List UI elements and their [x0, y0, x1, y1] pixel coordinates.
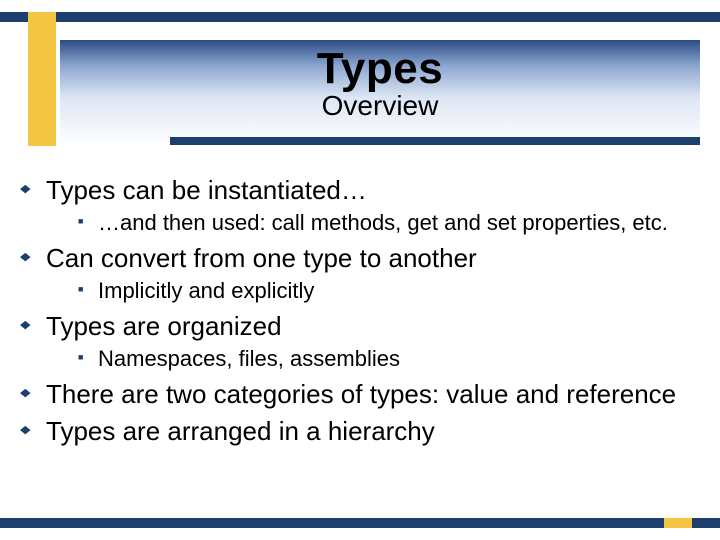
bullet-level1: Can convert from one type to another	[20, 242, 700, 275]
content-area: Types can be instantiated… …and then use…	[20, 170, 700, 449]
slide-title: Types	[60, 40, 700, 94]
title-block: Types Overview	[60, 40, 700, 145]
title-underline	[170, 137, 700, 145]
top-bar	[0, 12, 720, 22]
side-gold-accent	[28, 12, 56, 146]
bottom-gold-accent	[664, 518, 692, 528]
bullet-level2: …and then used: call methods, get and se…	[20, 209, 700, 237]
bullet-level1: There are two categories of types: value…	[20, 378, 700, 411]
bullet-level1: Types can be instantiated…	[20, 174, 700, 207]
bullet-level1: Types are organized	[20, 310, 700, 343]
bullet-level2: Namespaces, files, assemblies	[20, 345, 700, 373]
bottom-bar	[0, 518, 720, 528]
slide-subtitle: Overview	[60, 90, 700, 122]
bullet-level1: Types are arranged in a hierarchy	[20, 415, 700, 448]
bullet-level2: Implicitly and explicitly	[20, 277, 700, 305]
